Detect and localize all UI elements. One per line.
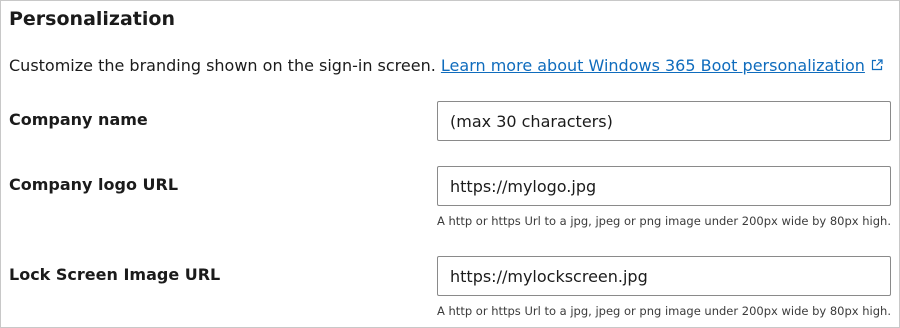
lock-screen-image-url-label: Lock Screen Image URL [9,265,221,284]
company-logo-url-label: Company logo URL [9,175,179,194]
lock-screen-image-url-input[interactable] [437,256,891,296]
company-logo-url-input[interactable] [437,166,891,206]
learn-more-link[interactable]: Learn more about Windows 365 Boot person… [441,56,865,75]
company-logo-url-hint: A http or https Url to a jpg, jpeg or pn… [437,214,891,228]
learn-more-link-label: Learn more about Windows 365 Boot person… [440,56,865,75]
external-link-icon[interactable] [871,59,883,71]
personalization-panel: Personalization Customize the branding s… [0,0,900,328]
lock-screen-image-url-hint: A http or https Url to a jpg, jpeg or pn… [437,304,891,318]
company-name-input[interactable] [437,101,891,141]
company-name-label: Company name [9,110,148,129]
section-description: Customize the branding shown on the sign… [9,56,883,75]
description-text: Customize the branding shown on the sign… [9,56,436,75]
section-title: Personalization [9,8,175,30]
